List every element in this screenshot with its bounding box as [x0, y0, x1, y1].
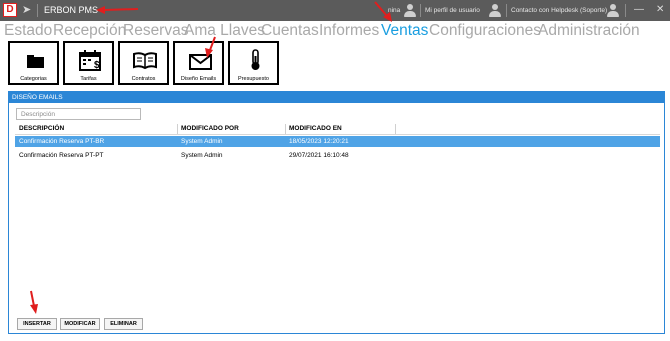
tile-label: Contratos: [131, 76, 156, 82]
insert-button[interactable]: INSERTAR: [17, 318, 57, 330]
table-row[interactable]: Confirmación Reserva PT-PT System Admin …: [15, 150, 660, 161]
tile-contratos[interactable]: Contratos: [118, 41, 169, 85]
close-icon[interactable]: ✕: [656, 3, 664, 17]
cell-modified-at: 18/05/2023 12:20:21: [289, 138, 349, 145]
tile-label: Diseño Emails: [180, 76, 217, 82]
cell-modified-by: System Admin: [181, 138, 223, 145]
title-separator: [420, 4, 421, 17]
menu-recepcion[interactable]: Recepción: [53, 22, 126, 40]
table-row[interactable]: Confirmación Reserva PT-BR System Admin …: [15, 136, 660, 147]
column-header-modified-by[interactable]: MODIFICADO POR: [181, 125, 239, 132]
column-header-modified-at[interactable]: MODIFICADO EN: [289, 125, 342, 132]
app-title: ERBON PMS: [44, 5, 99, 15]
calendar-dollar-icon: $: [79, 50, 101, 71]
menu-configuraciones[interactable]: Configuraciones: [429, 22, 541, 40]
column-separator[interactable]: [395, 124, 396, 134]
title-separator: [625, 4, 626, 17]
menu-ventas[interactable]: Ventas: [381, 22, 428, 40]
column-separator[interactable]: [177, 124, 178, 134]
helpdesk-icon[interactable]: [607, 4, 619, 18]
cell-description: Confirmación Reserva PT-BR: [19, 138, 105, 145]
header-divider: [15, 134, 660, 135]
book-icon: [133, 52, 157, 70]
delete-button[interactable]: ELIMINAR: [104, 318, 143, 330]
minimize-icon[interactable]: —: [634, 3, 644, 17]
profile-icon[interactable]: [489, 4, 501, 18]
panel-title: DISEÑO EMAILS: [9, 92, 664, 103]
title-separator: [506, 4, 507, 17]
envelope-icon: [189, 54, 212, 70]
menu-reservas[interactable]: Reservas: [123, 22, 188, 40]
email-design-panel: DISEÑO EMAILS DESCRIPCIÓN MODIFICADO POR…: [8, 91, 665, 334]
tile-diseno-emails[interactable]: Diseño Emails: [173, 41, 224, 85]
menu-estado[interactable]: Estado: [4, 22, 52, 40]
menu-cuentas[interactable]: Cuentas: [261, 22, 319, 40]
tile-label: Presupuesto: [238, 76, 269, 82]
title-bar: D ➤ ERBON PMS nina Mi perfil de usuario …: [0, 0, 670, 21]
cell-modified-at: 29/07/2021 16:10:48: [289, 152, 349, 159]
helpdesk-link[interactable]: Contacto con Helpdesk (Soporte): [511, 7, 607, 14]
tile-presupuesto[interactable]: Presupuesto: [228, 41, 279, 85]
column-separator[interactable]: [285, 124, 286, 134]
user-icon[interactable]: [404, 4, 416, 18]
cell-modified-by: System Admin: [181, 152, 223, 159]
title-separator: [37, 4, 38, 17]
user-name-label: nina: [388, 7, 401, 14]
tile-label: Tarifas: [80, 76, 97, 82]
profile-link[interactable]: Mi perfil de usuario: [425, 7, 480, 14]
app-logo: D: [3, 3, 17, 17]
main-menu: Estado Recepción Reservas Ama Llaves Cue…: [0, 21, 670, 41]
rocket-icon[interactable]: ➤: [22, 3, 31, 16]
tile-label: Categorias: [20, 76, 47, 82]
modify-button[interactable]: MODIFICAR: [60, 318, 100, 330]
cell-description: Confirmación Reserva PT-PT: [19, 152, 104, 159]
tile-categorias[interactable]: Categorias: [8, 41, 59, 85]
menu-ama-llaves[interactable]: Ama Llaves: [184, 22, 265, 40]
column-header-description[interactable]: DESCRIPCIÓN: [19, 125, 64, 132]
menu-administracion[interactable]: Administración: [538, 22, 640, 40]
svg-text:$: $: [94, 60, 100, 71]
thermometer-icon: [251, 49, 260, 70]
menu-informes[interactable]: Informes: [319, 22, 379, 40]
tile-tarifas[interactable]: $ Tarifas: [63, 41, 114, 85]
description-search-input[interactable]: [16, 108, 141, 120]
folder-icon: [27, 55, 44, 68]
